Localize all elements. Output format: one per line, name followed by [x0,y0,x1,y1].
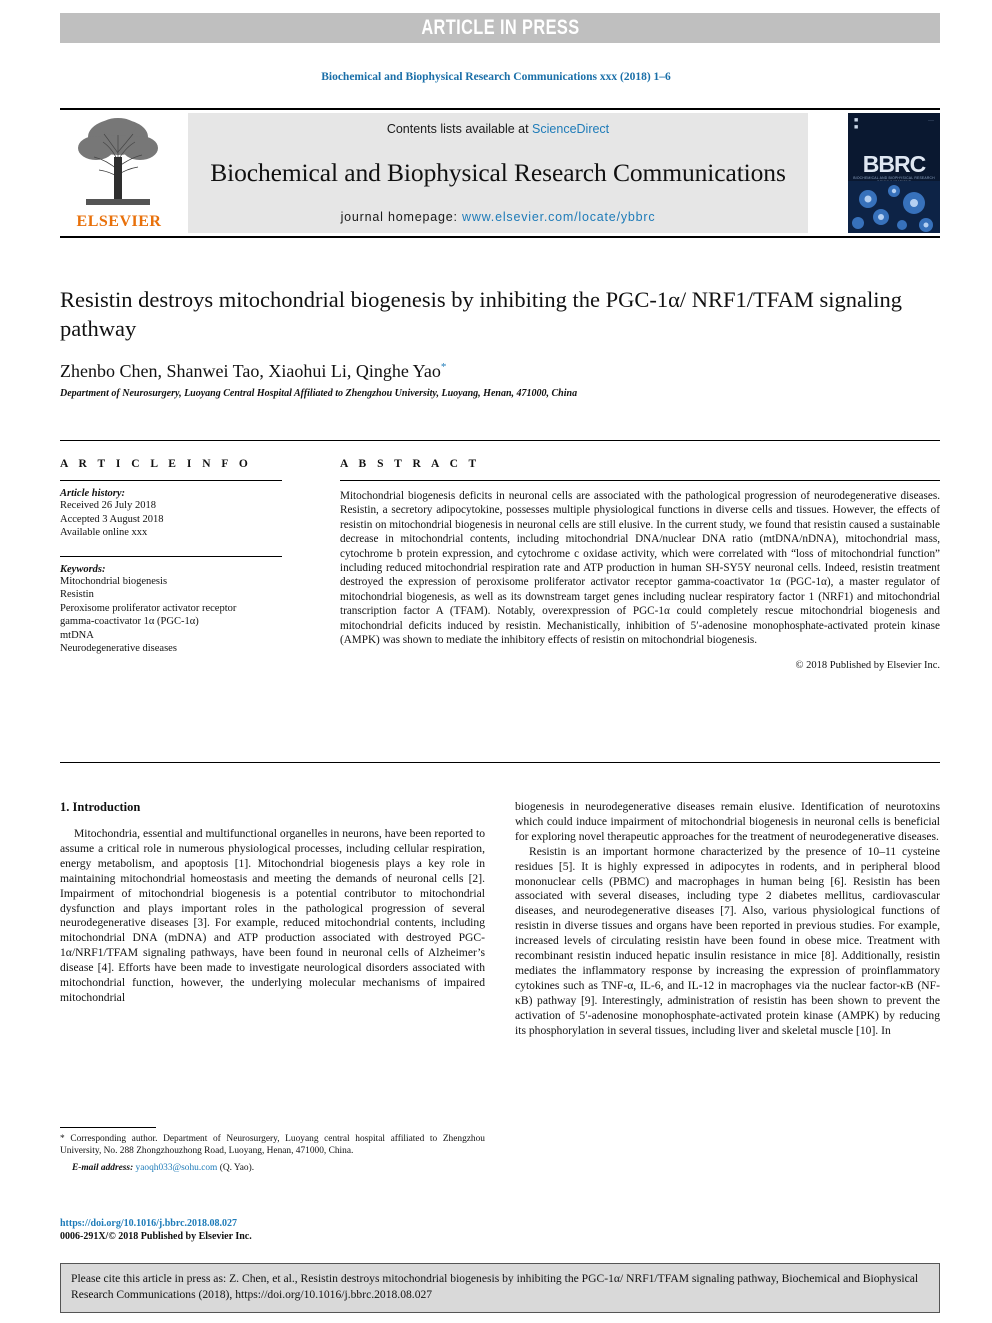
journal-homepage-line: journal homepage: www.elsevier.com/locat… [341,210,656,224]
citation-box: Please cite this article in press as: Z.… [60,1263,940,1313]
journal-title: Biochemical and Biophysical Research Com… [210,158,786,187]
info-abstract-region: A R T I C L E I N F O Article history: R… [60,440,940,763]
article-history-received: Received 26 July 2018 [60,500,156,511]
doi-block: https://doi.org/10.1016/j.bbrc.2018.08.0… [60,1218,485,1242]
footnote-rule [60,1127,156,1128]
author-list: Zhenbo Chen, Shanwei Tao, Xiaohui Li, Qi… [60,361,940,382]
corresponding-author-note: * Corresponding author. Department of Ne… [60,1134,485,1156]
journal-masthead: ELSEVIER Contents lists available at Sci… [60,108,940,238]
footnote-block: * Corresponding author. Department of Ne… [60,1127,485,1174]
article-history-accepted: Accepted 3 August 2018 [60,513,164,525]
masthead-rule-bottom [60,236,940,238]
section-heading-introduction: 1. Introduction [60,800,141,814]
email-line: E-mail address: yaoqh033@sohu.com (Q. Ya… [60,1162,485,1174]
article-history-online: Available online xxx [60,527,148,538]
elsevier-tree-icon [78,118,158,205]
running-head: Biochemical and Biophysical Research Com… [321,71,671,83]
intro-paragraph-left-text: Mitochondria, essential and multifunctio… [60,827,485,1004]
corresponding-author-marker: * [440,361,447,373]
intro-paragraph-right-2: Resistin is an important hormone charact… [515,845,940,1039]
article-info-heading: A R T I C L E I N F O [60,458,252,470]
email-label: E-mail address: [72,1163,136,1173]
keyword-item: Peroxisome proliferator activator recept… [60,602,237,614]
keyword-item: gamma-coactivator 1α (PGC-1α) [60,616,199,627]
article-info-rule-1 [60,480,282,481]
doi-link[interactable]: https://doi.org/10.1016/j.bbrc.2018.08.0… [60,1218,485,1229]
keyword-item: Neurodegenerative diseases [60,643,177,654]
article-in-press-banner: ARTICLE IN PRESS [60,13,940,43]
sciencedirect-link[interactable]: ScienceDirect [532,122,609,136]
intro-paragraph-right-1-text: biogenesis in neurodegenerative diseases… [515,800,940,843]
affiliation: Department of Neurosurgery, Luoyang Cent… [60,388,578,399]
bbrc-cover-caption: —— [928,118,934,122]
abstract-heading: A B S T R A C T [340,458,481,470]
info-abstract-rule-bottom [60,762,940,763]
abstract-column: A B S T R A C T Mitochondrial biogenesis… [340,458,940,671]
bbrc-wordmark: BBRC [862,151,926,177]
abstract-rule [340,480,940,481]
keyword-item: mtDNA [60,629,94,641]
issn-copyright-line: 0006-291X/© 2018 Published by Elsevier I… [60,1231,252,1242]
elsevier-wordmark: ELSEVIER [76,213,162,230]
elsevier-logo: ELSEVIER [60,113,178,233]
bbrc-journal-cover: ■ ■ —— BBRC BIOCHEMICAL AND BIOPHYSICAL R… [848,113,940,233]
email-suffix: (Q. Yao). [217,1163,255,1173]
article-info-spacer [60,540,312,556]
body-column-right: biogenesis in neurodegenerative diseases… [515,800,940,1220]
intro-paragraph-right-1: biogenesis in neurodegenerative diseases… [515,800,940,845]
homepage-label: journal homepage: [340,210,462,224]
abstract-copyright: © 2018 Published by Elsevier Inc. [795,660,940,672]
abstract-text: Mitochondrial biogenesis deficits in neu… [340,490,940,647]
article-in-press-label: ARTICLE IN PRESS [420,16,580,39]
keywords-label: Keywords: [60,563,106,575]
contents-available-line: Contents lists available at ScienceDirec… [387,122,609,136]
author-names: Zhenbo Chen, Shanwei Tao, Xiaohui Li, Qi… [60,361,441,381]
citation-text: Please cite this article in press as: Z.… [71,1272,919,1301]
intro-paragraph-right-2-text: Resistin is an important hormone charact… [515,844,940,1037]
email-link[interactable]: yaoqh033@sohu.com [136,1163,218,1173]
article-history-label: Article history: [60,488,126,499]
intro-paragraph-left: Mitochondria, essential and multifunctio… [60,827,485,1006]
keyword-item: Resistin [60,589,94,600]
bbrc-cover-ornament-icon: ■ ■ [854,116,859,131]
masthead-rule-top [60,108,940,110]
masthead-center-panel: Contents lists available at ScienceDirec… [188,113,808,233]
info-abstract-rule-top [60,440,940,441]
article-info-rule-2 [60,555,282,557]
page-title: Resistin destroys mitochondrial biogenes… [60,287,902,341]
bbrc-cover-image [848,181,940,233]
contents-prefix: Contents lists available at [386,122,533,136]
article-info-column: A R T I C L E I N F O Article history: R… [60,458,312,671]
homepage-url-link[interactable]: www.elsevier.com/locate/ybbrc [462,210,655,224]
title-block: Resistin destroys mitochondrial biogenes… [60,285,940,399]
paper-page: ARTICLE IN PRESS Biochemical and Biophys… [0,0,992,1323]
keyword-item: Mitochondrial biogenesis [60,575,168,587]
